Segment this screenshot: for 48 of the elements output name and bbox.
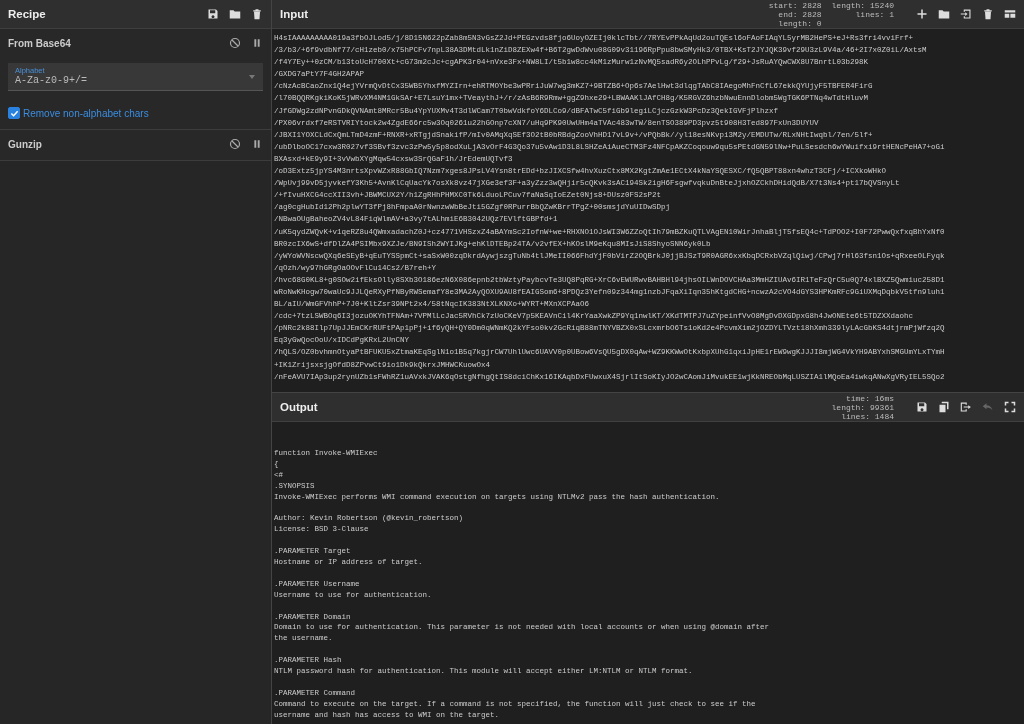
disable-button[interactable] [229, 37, 241, 49]
toolbar-button[interactable] [229, 8, 241, 20]
toolbar-button[interactable] [960, 8, 972, 20]
stat-readout: length: 99361 [831, 402, 894, 412]
toolbar-button[interactable] [960, 401, 972, 413]
stat-readout: start: 2828 [768, 0, 822, 10]
stat-readout: time: 16ms [844, 393, 894, 403]
stat-readout: length: 0 [777, 18, 822, 28]
stat-readout: end: 2828 [777, 9, 822, 19]
operation-name: Gunzip [8, 138, 43, 150]
toolbar-button[interactable] [916, 8, 928, 20]
fullscreen-icon [1004, 401, 1016, 413]
copy-icon [938, 401, 950, 413]
panel-title: Recipe [8, 8, 47, 20]
panel-title: Input [280, 8, 310, 20]
toolbar-button[interactable] [916, 401, 928, 413]
pause-icon [251, 138, 263, 150]
toolbar-button[interactable] [251, 8, 263, 20]
disable-icon [229, 37, 241, 49]
save-icon [207, 8, 219, 20]
save-icon [916, 401, 928, 413]
trash-icon [251, 8, 263, 20]
plus-icon [916, 8, 928, 20]
folder-icon [229, 8, 241, 20]
checkbox-label[interactable]: Remove non-alphabet chars [23, 107, 149, 119]
trash-icon [982, 8, 994, 20]
pause-button[interactable] [251, 138, 263, 150]
toolbar-button[interactable] [207, 8, 219, 20]
toolbar-button[interactable] [1004, 401, 1016, 413]
toolbar-button[interactable] [1004, 8, 1016, 20]
toolbar-button[interactable] [982, 8, 994, 20]
pause-icon [251, 37, 263, 49]
checkbox[interactable] [8, 107, 20, 119]
stat-readout: length: 15240 [831, 0, 894, 10]
layout-icon [1004, 8, 1016, 20]
caret-icon [249, 75, 255, 79]
stat-readout: lines: 1484 [841, 411, 894, 421]
pause-button[interactable] [251, 37, 263, 49]
folder-icon [938, 8, 950, 20]
stat-readout: lines: 1 [855, 9, 894, 19]
operation-name: From Base64 [8, 37, 72, 49]
toolbar-button[interactable] [938, 8, 950, 20]
panel-title: Output [280, 401, 319, 413]
disable-icon [229, 138, 241, 150]
import-icon [960, 8, 972, 20]
toolbar-button[interactable] [938, 401, 950, 413]
disable-button[interactable] [229, 138, 241, 150]
arrow-out-icon [960, 401, 972, 413]
